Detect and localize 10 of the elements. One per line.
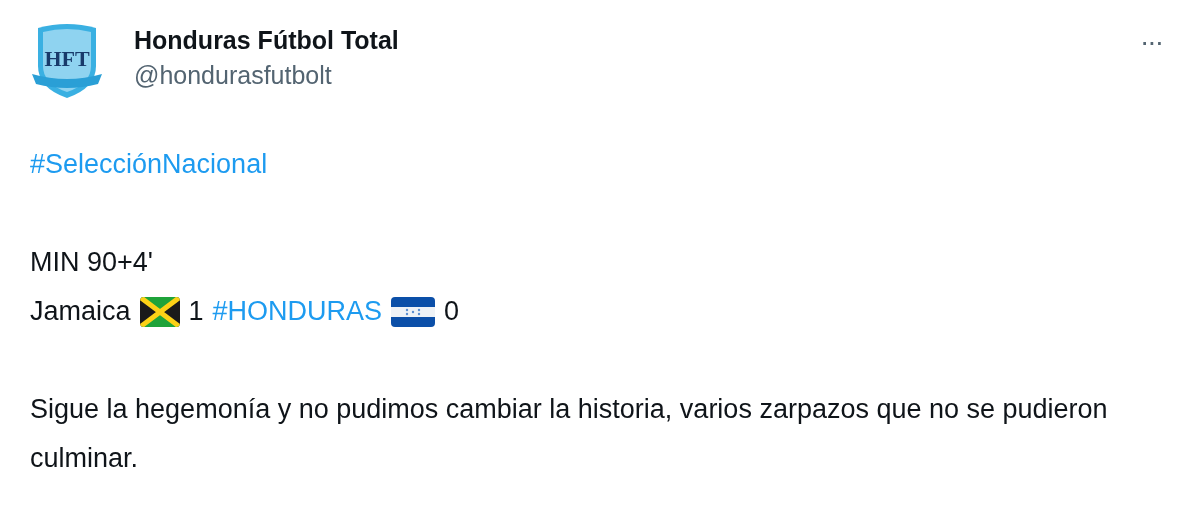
jamaica-flag-icon: [139, 296, 180, 327]
more-button[interactable]: ···: [1132, 22, 1170, 62]
author-handle[interactable]: @hondurasfutbolt: [134, 61, 1132, 90]
tweet-text: MIN 90+4': [30, 246, 153, 279]
author-name[interactable]: Honduras Fútbol Total: [134, 26, 1132, 55]
honduras-flag-icon: [391, 296, 436, 327]
tweet-text: 0: [444, 295, 460, 328]
tweet-paragraph: Sigue la hegemonía y no pudimos cambiar la historia, varios zarpazos que no se pudieron culminar.: [30, 393, 1109, 475]
tweet-text: Jamaica: [30, 295, 131, 328]
tweet-text: 1: [188, 295, 204, 328]
